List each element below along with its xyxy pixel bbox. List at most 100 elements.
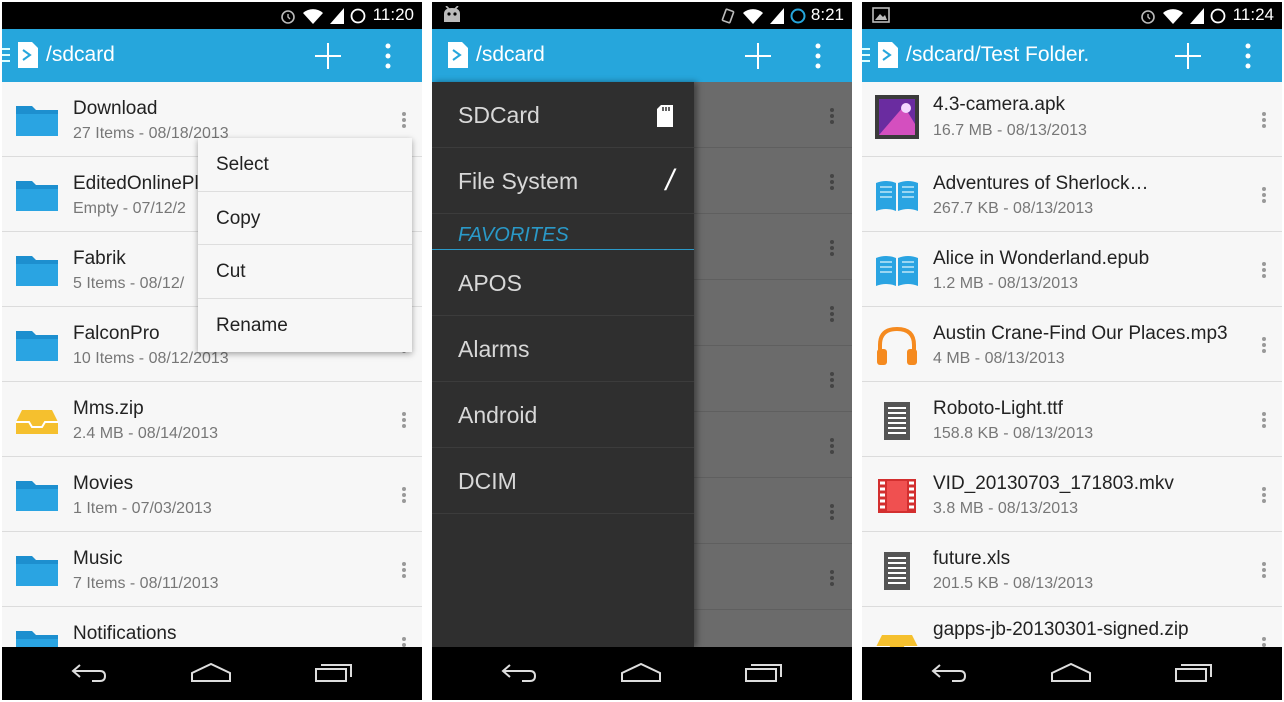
context-menu: Select Copy Cut Rename [198, 138, 412, 352]
folder-icon [16, 256, 58, 286]
item-more-icon[interactable] [1262, 412, 1266, 428]
item-more-icon[interactable] [1262, 562, 1266, 578]
list-item[interactable]: VID_20130703_171803.mkv 3.8 MB - 08/13/2… [862, 457, 1282, 532]
drawer-item-label: SDCard [458, 102, 540, 128]
drawer-item-favorite[interactable]: Alarms [432, 316, 694, 382]
list-item[interactable]: future.xls 201.5 KB - 08/13/2013 [862, 532, 1282, 607]
list-item[interactable]: 4.3-camera.apk 16.7 MB - 08/13/2013 [862, 82, 1282, 157]
list-item[interactable]: gapps-jb-20130301-signed.zip [862, 607, 1282, 647]
item-meta: 1 Item - 07/03/2013 [73, 500, 212, 517]
overflow-menu-icon[interactable] [384, 42, 392, 70]
item-meta: 267.7 KB - 08/13/2013 [933, 200, 1094, 217]
navigation-bar [862, 647, 1282, 700]
add-icon[interactable] [1174, 42, 1202, 70]
path-title: /sdcard [46, 43, 115, 66]
list-item[interactable]: Notifications [2, 607, 422, 647]
drawer-item-favorite[interactable]: Android [432, 382, 694, 448]
add-icon[interactable] [744, 42, 772, 70]
drawer-item-sdcard[interactable]: SDCard [432, 82, 694, 148]
item-meta: 3.8 MB - 08/13/2013 [933, 500, 1078, 517]
item-name: EditedOnlinePl [73, 173, 199, 194]
folder-icon [16, 631, 58, 647]
archive-icon [16, 410, 58, 434]
alarm-icon [281, 10, 295, 24]
item-meta: 7 Items - 08/11/2013 [73, 575, 219, 592]
back-icon[interactable] [70, 661, 108, 683]
drawer-menu-icon[interactable] [862, 46, 872, 64]
navigation-bar [432, 647, 852, 700]
overflow-menu-icon[interactable] [1244, 42, 1252, 70]
list-item[interactable]: Roboto-Light.ttf 158.8 KB - 08/13/2013 [862, 382, 1282, 457]
item-more-icon[interactable] [1262, 112, 1266, 128]
list-item[interactable]: Music 7 Items - 08/11/2013 [2, 532, 422, 607]
item-name: Austin Crane-Find Our Places.mp3 [933, 323, 1228, 344]
overflow-menu-icon[interactable] [814, 42, 822, 70]
drawer-item-favorite[interactable]: DCIM [432, 448, 694, 514]
phone-screen-1: 11:20 /sdcard Download 27 Items - 08/18/… [2, 2, 422, 700]
menu-item-rename[interactable]: Rename [198, 299, 412, 353]
item-name: gapps-jb-20130301-signed.zip [933, 619, 1189, 640]
recents-icon[interactable] [1174, 661, 1214, 683]
home-icon[interactable] [1050, 661, 1092, 683]
menu-item-cut[interactable]: Cut [198, 245, 412, 299]
app-bar: /sdcard [432, 29, 852, 82]
item-meta: Empty - 07/12/2 [73, 200, 186, 217]
video-icon [878, 479, 916, 513]
phone-screen-3: 11:24 /sdcard/Test Folder. 4.3-camera.ap… [862, 2, 1282, 700]
status-time: 11:24 [1232, 5, 1274, 24]
back-icon[interactable] [930, 661, 968, 683]
status-bar: 11:24 [862, 2, 1282, 29]
item-name: Notifications [73, 623, 177, 644]
list-item[interactable]: Mms.zip 2.4 MB - 08/14/2013 [2, 382, 422, 457]
item-name: Fabrik [73, 248, 126, 269]
app-logo-icon[interactable] [446, 41, 470, 69]
folder-icon [16, 106, 58, 136]
item-more-icon[interactable] [402, 637, 406, 647]
drawer-item-file-system[interactable]: File System / [432, 148, 694, 214]
menu-item-select[interactable]: Select [198, 138, 412, 192]
home-icon[interactable] [190, 661, 232, 683]
status-bar: 8:21 [432, 2, 852, 29]
app-bar: /sdcard [2, 29, 422, 82]
item-name: VID_20130703_171803.mkv [933, 473, 1174, 494]
list-item[interactable]: Movies 1 Item - 07/03/2013 [2, 457, 422, 532]
recents-icon[interactable] [744, 661, 784, 683]
item-more-icon[interactable] [402, 112, 406, 128]
item-more-icon[interactable] [1262, 262, 1266, 278]
path-title: /sdcard [476, 43, 545, 66]
status-icons [280, 7, 366, 25]
item-more-icon[interactable] [1262, 187, 1266, 203]
menu-item-copy[interactable]: Copy [198, 192, 412, 245]
headphones-icon [877, 326, 917, 365]
add-icon[interactable] [314, 42, 342, 70]
list-item[interactable]: Austin Crane-Find Our Places.mp3 4 MB - … [862, 307, 1282, 382]
item-more-icon [830, 306, 834, 324]
back-icon[interactable] [500, 661, 538, 683]
list-item[interactable]: Adventures of Sherlock… 267.7 KB - 08/13… [862, 157, 1282, 232]
item-more-icon[interactable] [402, 562, 406, 578]
signal-icon [330, 8, 344, 24]
home-icon[interactable] [620, 661, 662, 683]
item-name: Music [73, 548, 123, 569]
item-name: FalconPro [73, 323, 160, 344]
drawer-item-favorite[interactable]: APOS [432, 250, 694, 316]
status-icons [720, 7, 806, 25]
drawer-item-label: File System [458, 168, 579, 194]
item-more-icon[interactable] [402, 487, 406, 503]
item-more-icon[interactable] [1262, 337, 1266, 353]
list-item[interactable]: Alice in Wonderland.epub 1.2 MB - 08/13/… [862, 232, 1282, 307]
recents-icon[interactable] [314, 661, 354, 683]
item-more-icon [830, 108, 834, 126]
path-title: /sdcard/Test Folder. [906, 43, 1090, 66]
item-more-icon[interactable] [1262, 487, 1266, 503]
item-more-icon[interactable] [402, 412, 406, 428]
item-meta: 16.7 MB - 08/13/2013 [933, 122, 1087, 139]
sdcard-icon [657, 105, 673, 127]
drawer-menu-icon[interactable] [2, 46, 12, 64]
vibrate-icon [721, 8, 735, 24]
item-more-icon[interactable] [1262, 637, 1266, 647]
signal-icon [770, 8, 784, 24]
item-meta: 4 MB - 08/13/2013 [933, 350, 1065, 367]
item-meta: 10 Items - 08/12/2013 [73, 350, 229, 367]
item-name: future.xls [933, 548, 1011, 569]
